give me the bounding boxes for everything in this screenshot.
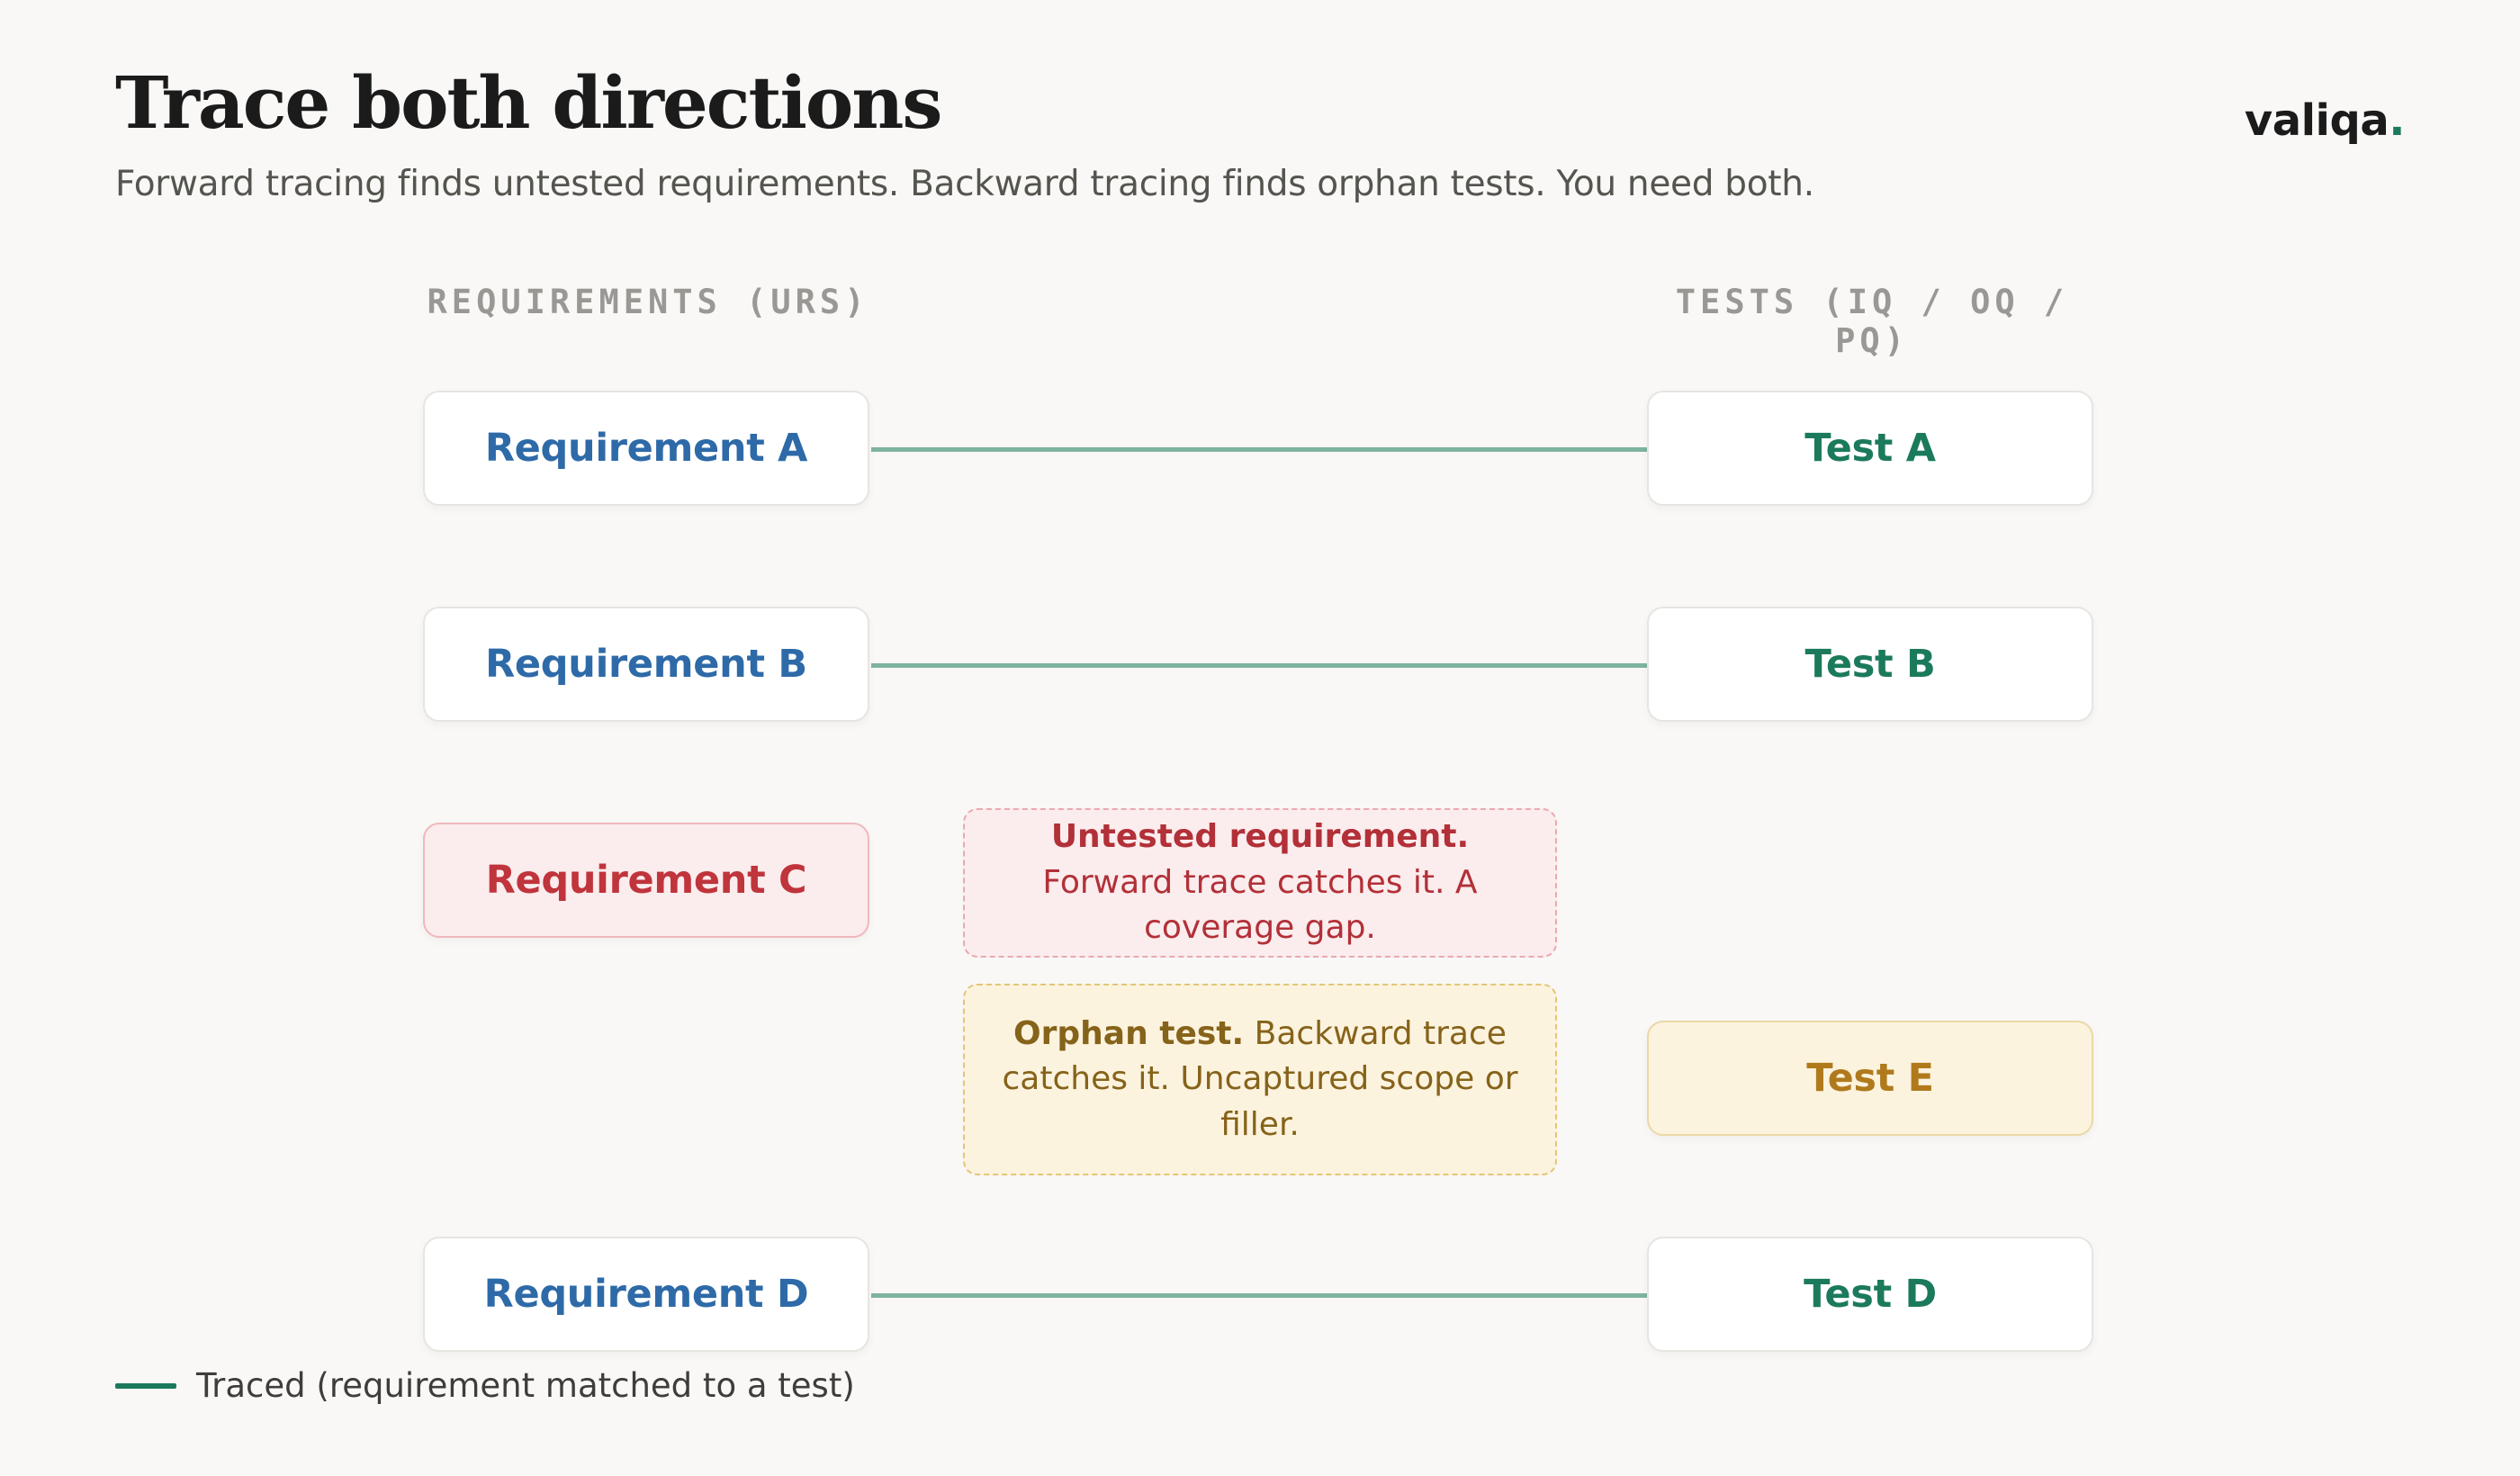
requirement-c-box: Requirement C <box>423 823 869 938</box>
brand-name: valiqa <box>2244 95 2390 146</box>
untested-note-text: Forward trace catches it. A coverage gap… <box>1042 863 1478 947</box>
legend-label: Traced (requirement matched to a test) <box>196 1366 855 1405</box>
requirements-column-header: REQUIREMENTS (URS) <box>427 283 869 321</box>
trace-line-b <box>871 663 1647 668</box>
trace-line-a <box>871 447 1647 452</box>
brand-logo: valiqa. <box>2244 95 2406 146</box>
test-e-box: Test E <box>1647 1021 2093 1136</box>
untested-requirement-note: Untested requirement. Forward trace catc… <box>963 808 1557 958</box>
untested-note-heading: Untested requirement. <box>1050 818 1470 856</box>
orphan-test-note: Orphan test. Backward trace catches it. … <box>963 984 1557 1175</box>
brand-dot: . <box>2389 95 2405 146</box>
tests-column-header: TESTS (IQ / OQ / PQ) <box>1675 283 2069 360</box>
requirement-d-box: Requirement D <box>423 1237 869 1352</box>
trace-line-d <box>871 1293 1647 1298</box>
test-d-box: Test D <box>1647 1237 2093 1352</box>
orphan-note-heading: Orphan test. <box>1013 1014 1245 1052</box>
page-title: Trace both directions <box>115 60 942 145</box>
requirement-a-box: Requirement A <box>423 391 869 506</box>
test-b-box: Test B <box>1647 607 2093 722</box>
legend: Traced (requirement matched to a test) <box>115 1366 855 1405</box>
requirement-b-box: Requirement B <box>423 607 869 722</box>
page-subtitle: Forward tracing finds untested requireme… <box>115 164 1814 204</box>
legend-trace-swatch <box>115 1382 176 1389</box>
test-a-box: Test A <box>1647 391 2093 506</box>
